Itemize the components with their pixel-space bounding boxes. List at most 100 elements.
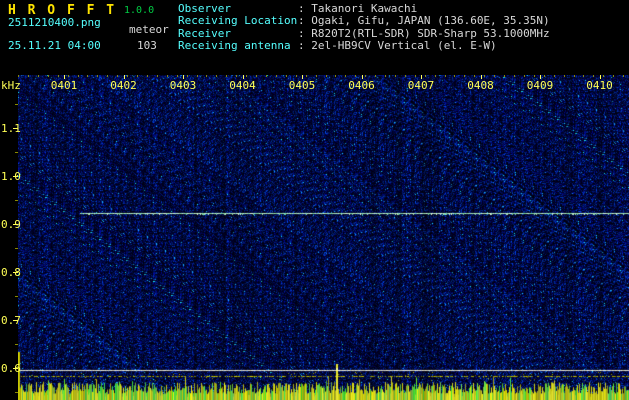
x-axis-label: 0402 [110,79,137,92]
y-axis-tick [13,368,18,369]
y-axis-tick [13,128,18,129]
x-axis-label: 0407 [407,79,435,92]
info-label-location: Receiving Location [178,14,298,28]
x-axis-subtick [266,75,267,77]
x-axis-subtick [78,75,79,77]
x-axis-subtick [544,75,545,77]
x-axis-subtick [246,75,247,77]
y-axis-tick [13,272,18,273]
y-axis-subtick [15,392,18,393]
x-axis-subtick [445,75,446,77]
x-axis-subtick [395,75,396,77]
x-axis-subtick [87,75,88,77]
x-axis-tick [540,75,541,79]
x-axis-subtick [454,75,455,77]
x-axis-subtick [554,75,555,77]
x-axis-subtick [405,75,406,77]
x-axis-subtick [365,75,366,77]
output-filename: 2511210400.png [8,16,101,29]
x-axis-subtick [236,75,237,77]
x-axis-subtick [603,75,604,77]
x-axis-subtick [494,75,495,77]
x-axis-subtick [425,75,426,77]
info-label-antenna: Receiving antenna [178,39,291,53]
x-axis-subtick [474,75,475,77]
hrofft-window: H R O F F T 1.0.0 2511210400.png meteor … [0,0,629,400]
x-axis-subtick [534,75,535,77]
spectrogram-canvas [18,75,629,400]
x-axis-subtick [385,75,386,77]
x-axis-subtick [286,75,287,77]
x-axis-subtick [38,75,39,77]
x-axis-tick [481,75,482,79]
x-axis-tick [600,75,601,79]
x-axis-subtick [68,75,69,77]
x-axis-subtick [177,75,178,77]
count-label: 103 [137,39,157,52]
x-axis-tick [243,75,244,79]
x-axis-subtick [583,75,584,77]
x-axis-subtick [504,75,505,77]
info-value-location: Ogaki, Gifu, JAPAN (136.60E, 35.35N) [311,14,550,28]
x-axis-subtick [326,75,327,77]
x-axis-subtick [415,75,416,77]
x-axis-subtick [464,75,465,77]
x-axis-label: 0404 [229,79,256,92]
info-separator: : [298,14,312,28]
x-axis-tick [302,75,303,79]
x-axis-subtick [107,75,108,77]
x-axis-subtick [206,75,207,77]
x-axis-subtick [127,75,128,77]
info-value-antenna: 2el-HB9CV Vertical (el. E-W) [311,39,497,53]
x-axis-label: 0403 [169,79,197,92]
x-axis-subtick [296,75,297,77]
x-axis-subtick [157,75,158,77]
x-axis-subtick [117,75,118,77]
x-axis-subtick [18,75,19,77]
x-axis-subtick [306,75,307,77]
x-axis-tick [64,75,65,79]
y-axis-subtick [15,200,18,201]
x-axis-subtick [167,75,168,77]
x-axis-label: 0401 [50,79,78,92]
x-axis-subtick [187,75,188,77]
x-axis-subtick [355,75,356,77]
x-axis-tick [421,75,422,79]
x-axis-subtick [276,75,277,77]
x-axis-label: 0406 [348,79,375,92]
x-axis-subtick [514,75,515,77]
x-axis-subtick [316,75,317,77]
x-axis-subtick [593,75,594,77]
x-axis-subtick [137,75,138,77]
x-axis-subtick [524,75,525,77]
x-axis-subtick [216,75,217,77]
version-label: 1.0.0 [124,5,155,16]
info-separator: : [298,2,312,15]
info-row-antenna: Receiving antenna: 2el-HB9CV Vertical (e… [178,39,550,53]
x-axis-tick [124,75,125,79]
info-value-observer: Takanori Kawachi [311,2,418,15]
x-axis-tick [362,75,363,79]
x-axis-subtick [48,75,49,77]
x-axis-subtick [435,75,436,77]
x-axis-subtick [335,75,336,77]
x-axis-subtick [28,75,29,77]
x-axis-subtick [197,75,198,77]
info-separator: : [298,26,312,40]
x-axis-subtick [613,75,614,77]
x-axis-tick [183,75,184,79]
x-axis-subtick [564,75,565,77]
info-value-receiver: R820T2(RTL-SDR) SDR-Sharp 53.1000MHz [311,26,550,40]
station-info-panel: Observer: Takanori Kawachi Receiving Loc… [178,2,550,53]
y-axis-subtick [15,344,18,345]
x-axis-label: 0409 [526,79,554,92]
y-axis-subtick [15,248,18,249]
x-axis-subtick [226,75,227,77]
y-axis-unit: kHz [1,79,21,92]
x-axis-subtick [375,75,376,77]
mode-label: meteor [129,23,169,36]
x-axis-subtick [58,75,59,77]
y-axis-subtick [15,296,18,297]
y-axis-tick [13,224,18,225]
x-axis-label: 0410 [586,79,613,92]
